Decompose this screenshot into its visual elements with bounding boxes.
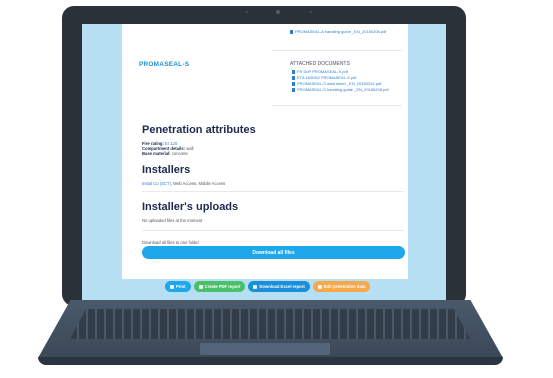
attached-documents-title: ATTACHED DOCUMENTS bbox=[290, 61, 350, 67]
sensor-dot bbox=[246, 11, 248, 13]
download-all-files-button[interactable]: Download all files bbox=[142, 246, 405, 259]
penetration-detail-page: PROMASEAL-A handling guide _EN_20180208.… bbox=[122, 24, 408, 279]
document-link[interactable]: FR DoP PROMASEAL-S.pdf bbox=[292, 69, 348, 74]
download-excel-report-button[interactable]: Download Excel report bbox=[248, 281, 310, 292]
pdf-icon bbox=[292, 87, 295, 92]
pdf-icon bbox=[292, 69, 295, 74]
camera-icon bbox=[276, 10, 280, 14]
divider bbox=[272, 50, 402, 51]
divider bbox=[142, 191, 404, 192]
product-name: PROMASEAL-S bbox=[139, 61, 190, 68]
document-link[interactable]: ETA 16/0262 PROMASEAL-S.pdf bbox=[292, 75, 357, 80]
edit-penetration-data-button[interactable]: Edit penetration data bbox=[312, 281, 371, 292]
pdf-icon bbox=[292, 75, 295, 80]
file-icon bbox=[198, 284, 203, 289]
action-bar: Print Create PDF report Download Excel r… bbox=[165, 281, 371, 292]
print-button[interactable]: Print bbox=[165, 281, 191, 292]
file-icon bbox=[253, 284, 258, 289]
pdf-icon bbox=[290, 29, 293, 34]
divider bbox=[272, 105, 402, 106]
base-material-row: Base material: concrete bbox=[142, 151, 188, 156]
divider bbox=[142, 230, 404, 231]
laptop-screen: PROMASEAL-A handling guide _EN_20180208.… bbox=[82, 24, 446, 304]
pdf-icon bbox=[292, 81, 295, 86]
download-hint: Download all files to one folder bbox=[142, 240, 200, 245]
uploads-empty-text: No uploaded files at the moment bbox=[142, 218, 203, 223]
uploads-title: Installer's uploads bbox=[142, 201, 239, 213]
document-link[interactable]: PROMASEAL-A handling guide _EN_20180208.… bbox=[290, 29, 386, 34]
laptop-front-edge bbox=[38, 357, 503, 365]
create-pdf-report-button[interactable]: Create PDF report bbox=[193, 281, 246, 292]
document-link[interactable]: PROMASEAL-S data sheet _EN_20180314.pdf bbox=[292, 81, 381, 86]
printer-icon bbox=[170, 284, 174, 289]
document-link[interactable]: PROMASEAL-S handling guide _EN_20180208.… bbox=[292, 87, 389, 92]
keyboard bbox=[70, 309, 470, 339]
trackpad bbox=[200, 343, 330, 355]
penetration-attributes-title: Penetration attributes bbox=[142, 124, 256, 136]
installer-entry: Instal Co (SCT), Web Access, Mobile Acce… bbox=[142, 181, 226, 186]
installers-title: Installers bbox=[142, 164, 191, 176]
installer-link[interactable]: Instal Co (SCT) bbox=[142, 181, 171, 186]
edit-icon bbox=[317, 284, 322, 289]
sensor-dot bbox=[310, 11, 312, 13]
